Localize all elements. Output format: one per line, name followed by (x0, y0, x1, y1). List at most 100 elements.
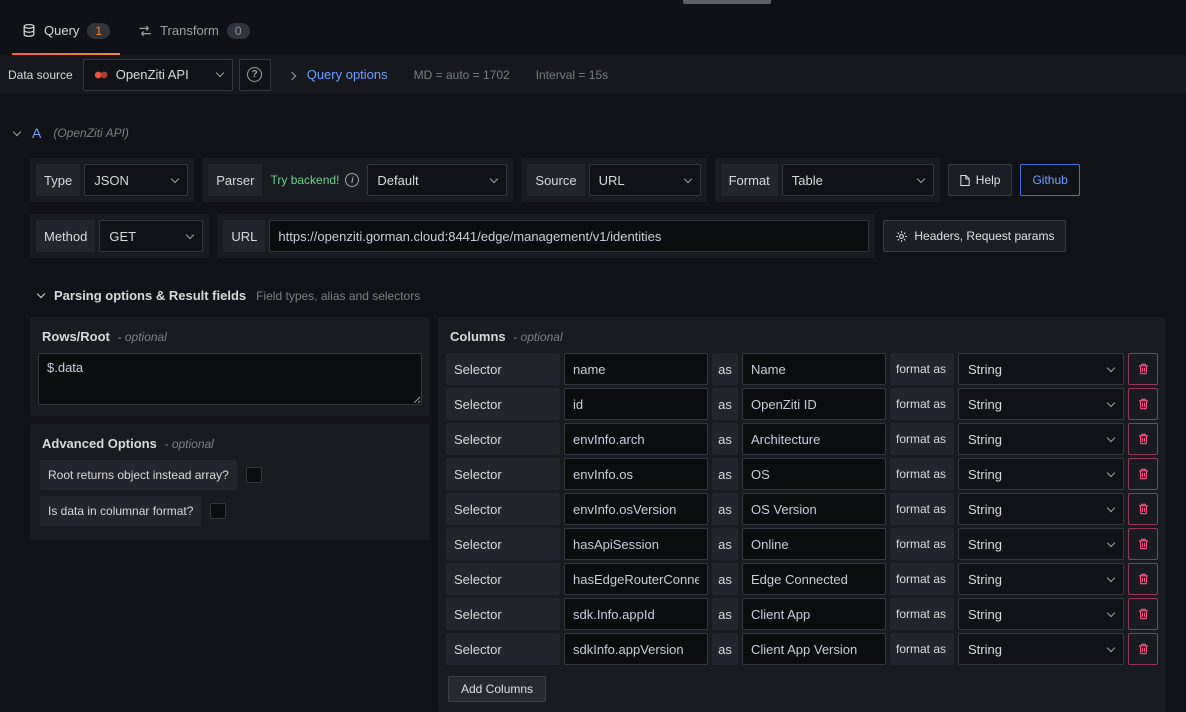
column-format-select[interactable]: String (958, 458, 1124, 490)
transform-icon (138, 24, 152, 38)
delete-column-button[interactable] (1128, 423, 1158, 455)
column-selector-input[interactable] (564, 633, 708, 665)
format-select[interactable]: Table (782, 164, 934, 196)
editor-row-2: Method GET URL Headers, Request params (30, 214, 1156, 258)
column-format-select[interactable]: String (958, 493, 1124, 525)
column-row: Selector as format as String (446, 633, 1158, 665)
column-selector-input[interactable] (564, 528, 708, 560)
column-alias-input[interactable] (742, 563, 886, 595)
delete-column-button[interactable] (1128, 493, 1158, 525)
column-alias-input[interactable] (742, 633, 886, 665)
collapse-query-chevron-icon[interactable] (13, 127, 21, 135)
column-format-select[interactable]: String (958, 423, 1124, 455)
column-alias-input[interactable] (742, 493, 886, 525)
query-options-link[interactable]: Query options (307, 67, 388, 82)
trash-icon (1138, 503, 1149, 515)
delete-column-button[interactable] (1128, 633, 1158, 665)
delete-column-button[interactable] (1128, 528, 1158, 560)
delete-column-button[interactable] (1128, 563, 1158, 595)
panel-drag-handle[interactable] (683, 0, 771, 4)
column-alias-input[interactable] (742, 598, 886, 630)
format-select-value: String (968, 397, 1002, 412)
datasource-help-button[interactable]: ? (239, 59, 271, 91)
column-selector-input[interactable] (564, 423, 708, 455)
trash-icon (1138, 363, 1149, 375)
column-alias-input[interactable] (742, 528, 886, 560)
advanced-option-row: Root returns object instead array? (40, 460, 422, 490)
column-format-select[interactable]: String (958, 598, 1124, 630)
column-format-select[interactable]: String (958, 633, 1124, 665)
rows-root-panel-title: Rows/Root - optional (38, 325, 422, 353)
tab-transform[interactable]: Transform 0 (124, 6, 263, 55)
column-selector-input[interactable] (564, 388, 708, 420)
interval-text: Interval = 15s (536, 68, 608, 82)
column-selector-input[interactable] (564, 493, 708, 525)
column-selector-input[interactable] (564, 598, 708, 630)
url-input[interactable] (269, 220, 869, 252)
add-columns-button[interactable]: Add Columns (448, 676, 546, 702)
format-select-value: String (968, 572, 1002, 587)
headers-button-label: Headers, Request params (914, 229, 1054, 243)
column-selector-input[interactable] (564, 563, 708, 595)
parsing-options-header[interactable]: Parsing options & Result fields Field ty… (38, 288, 1186, 303)
columns-panel-title: Columns - optional (446, 325, 1158, 353)
column-selector-input[interactable] (564, 353, 708, 385)
trash-icon (1138, 608, 1149, 620)
columnar-format-checkbox[interactable] (210, 503, 226, 519)
format-field-group: Format Table (715, 158, 940, 202)
selector-label: Selector (446, 563, 560, 595)
column-row: Selector as format as String (446, 563, 1158, 595)
column-alias-input[interactable] (742, 458, 886, 490)
selector-label: Selector (446, 633, 560, 665)
root-returns-object-checkbox[interactable] (246, 467, 262, 483)
optional-hint: - optional (118, 330, 167, 344)
format-select-value: String (968, 537, 1002, 552)
column-alias-input[interactable] (742, 423, 886, 455)
type-select[interactable]: JSON (84, 164, 188, 196)
format-select-value: String (968, 432, 1002, 447)
source-field-group: Source URL (521, 158, 706, 202)
column-alias-input[interactable] (742, 388, 886, 420)
url-field-group: URL (217, 214, 875, 258)
column-alias-input[interactable] (742, 353, 886, 385)
type-select-value: JSON (94, 173, 129, 188)
columns-rows: Selector as format as String Selector as… (446, 353, 1158, 665)
optional-hint: - optional (513, 330, 562, 344)
column-format-select[interactable]: String (958, 563, 1124, 595)
datasource-picker[interactable]: OpenZiti API (83, 59, 233, 91)
chevron-down-icon (1107, 503, 1115, 511)
database-icon (22, 23, 36, 38)
method-select[interactable]: GET (99, 220, 203, 252)
column-format-select[interactable]: String (958, 528, 1124, 560)
type-label: Type (36, 164, 80, 196)
delete-column-button[interactable] (1128, 458, 1158, 490)
headers-request-params-button[interactable]: Headers, Request params (883, 220, 1066, 252)
tab-query[interactable]: Query 1 (8, 6, 124, 55)
query-count-badge: 1 (87, 23, 110, 39)
help-button[interactable]: Help (948, 164, 1013, 196)
info-circle-icon[interactable]: i (345, 173, 359, 187)
chevron-down-icon (683, 174, 691, 182)
delete-column-button[interactable] (1128, 598, 1158, 630)
try-backend-link[interactable]: Try backend! (270, 173, 339, 187)
delete-column-button[interactable] (1128, 388, 1158, 420)
method-select-value: GET (109, 229, 136, 244)
trash-icon (1138, 398, 1149, 410)
github-button[interactable]: Github (1020, 164, 1079, 196)
source-select[interactable]: URL (589, 164, 701, 196)
as-label: as (712, 633, 738, 665)
rows-root-input[interactable]: $.data (38, 353, 422, 405)
column-format-select[interactable]: String (958, 353, 1124, 385)
delete-column-button[interactable] (1128, 353, 1158, 385)
format-select-value: String (968, 502, 1002, 517)
format-as-label: format as (890, 563, 954, 595)
question-circle-icon: ? (247, 67, 262, 82)
advanced-option-row: Is data in columnar format? (40, 496, 422, 526)
selector-label: Selector (446, 388, 560, 420)
parser-select[interactable]: Default (367, 164, 507, 196)
as-label: as (712, 423, 738, 455)
query-header-row: A (OpenZiti API) (0, 120, 1186, 146)
column-format-select[interactable]: String (958, 388, 1124, 420)
column-selector-input[interactable] (564, 458, 708, 490)
selector-label: Selector (446, 458, 560, 490)
